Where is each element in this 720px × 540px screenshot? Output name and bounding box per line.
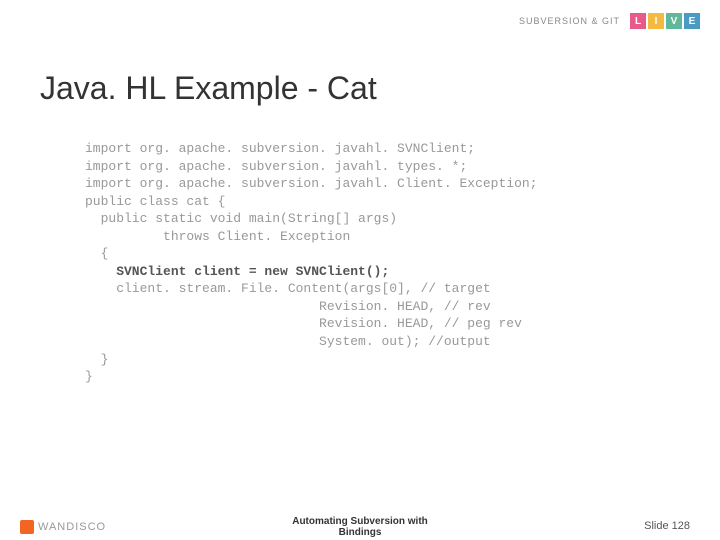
live-logo: L I V E — [630, 13, 700, 29]
code-line: import org. apache. subversion. javahl. … — [85, 140, 537, 158]
code-line: import org. apache. subversion. javahl. … — [85, 175, 537, 193]
footer-center: Automating Subversion with Bindings — [292, 516, 428, 538]
code-line: client. stream. File. Content(args[0], /… — [85, 280, 537, 298]
live-sq-e: E — [684, 13, 700, 29]
slide-number: Slide 128 — [644, 520, 690, 532]
wandisco-icon — [20, 520, 34, 534]
code-line: Revision. HEAD, // peg rev — [85, 315, 537, 333]
header: SUBVERSION & GIT L I V E — [0, 0, 720, 42]
code-line: } — [85, 351, 537, 369]
code-line-bold: SVNClient client = new SVNClient(); — [85, 263, 537, 281]
wandisco-text: WANDISCO — [38, 521, 106, 533]
wandisco-logo: WANDISCO — [20, 520, 106, 534]
footer-center-l2: Bindings — [292, 527, 428, 538]
code-line: { — [85, 245, 537, 263]
live-sq-l: L — [630, 13, 646, 29]
footer: WANDISCO Automating Subversion with Bind… — [0, 512, 720, 540]
code-line: System. out); //output — [85, 333, 537, 351]
code-line: } — [85, 368, 537, 386]
code-line: Revision. HEAD, // rev — [85, 298, 537, 316]
code-line: throws Client. Exception — [85, 228, 537, 246]
footer-center-l1: Automating Subversion with — [292, 516, 428, 527]
code-block: import org. apache. subversion. javahl. … — [85, 140, 537, 386]
brand-text: SUBVERSION & GIT — [519, 16, 620, 26]
live-sq-v: V — [666, 13, 682, 29]
live-sq-i: I — [648, 13, 664, 29]
code-line: import org. apache. subversion. javahl. … — [85, 158, 537, 176]
code-line: public class cat { — [85, 193, 537, 211]
code-line: public static void main(String[] args) — [85, 210, 537, 228]
slide-title: Java. HL Example - Cat — [40, 70, 377, 107]
